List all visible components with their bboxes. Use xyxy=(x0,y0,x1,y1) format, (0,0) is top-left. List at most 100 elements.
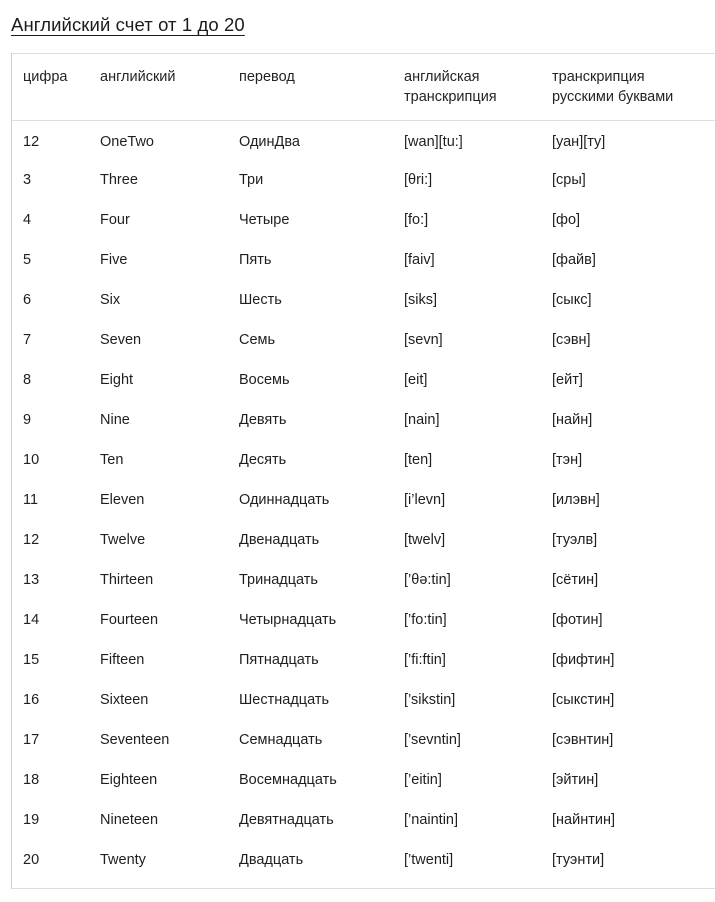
cell-english: Nine xyxy=(100,412,130,428)
cell-translation: Девять xyxy=(239,412,287,428)
cell-transcription_en: [’naintin] xyxy=(404,812,459,828)
cell-transcription_en: [siks] xyxy=(404,292,438,308)
table-row: 12 Twelve Двенадцать [twelv] [туэлв] xyxy=(12,521,715,561)
cell-english: OneTwo xyxy=(100,134,154,151)
cell-translation: Восемь xyxy=(239,372,290,388)
cell-transcription_ru: [сэвн] xyxy=(552,332,591,348)
cell-english: Twelve xyxy=(100,532,146,548)
cell-translation: Десять xyxy=(239,452,287,468)
table-row: 9 Nine Девять [nain] [найн] xyxy=(12,401,715,441)
cell-english: Eleven xyxy=(100,492,145,508)
cell-transcription_ru: [уан][ту] xyxy=(552,134,606,151)
table-container: цифра английский перевод английская транскр… xyxy=(11,53,715,889)
table-row: 11 Eleven Одиннадцать [i’levn] [илэвн] xyxy=(12,481,715,521)
table-body: 12 OneTwo ОдинДва [wan][tu:] [уан][ту] 3 Three… xyxy=(12,121,715,881)
cell-digit: 16 xyxy=(23,692,40,708)
cell-translation: Пятнадцать xyxy=(239,652,319,668)
cell-digit: 18 xyxy=(23,772,40,788)
table-header: цифра английский перевод английская транскр… xyxy=(12,54,715,121)
cell-english: Five xyxy=(100,252,128,268)
cell-english: Six xyxy=(100,292,121,308)
cell-transcription_en: [’eitin] xyxy=(404,772,442,788)
cell-transcription_ru: [ейт] xyxy=(552,372,583,388)
table-row: 14 Fourteen Четырнадцать [’fo:tin] [фотин] xyxy=(12,601,715,641)
english-numbers-table: цифра английский перевод английская транскр… xyxy=(12,54,715,881)
cell-transcription_en: [θri:] xyxy=(404,172,433,188)
cell-digit: 9 xyxy=(23,412,32,428)
cell-translation: Одиннадцать xyxy=(239,492,330,508)
cell-transcription_ru: [файв] xyxy=(552,252,596,268)
cell-translation: Шесть xyxy=(239,292,282,308)
cell-translation: Двенадцать xyxy=(239,532,320,548)
cell-english: Four xyxy=(100,212,130,228)
cell-english: Fourteen xyxy=(100,612,159,628)
column-header-transcription_en: английская транскрипция xyxy=(404,54,552,121)
cell-digit: 13 xyxy=(23,572,40,588)
cell-transcription_en: [wan][tu:] xyxy=(404,134,463,151)
cell-translation: Пять xyxy=(239,252,272,268)
cell-transcription_ru: [эйтин] xyxy=(552,772,599,788)
cell-transcription_ru: [туэлв] xyxy=(552,532,598,548)
cell-translation: Семнадцать xyxy=(239,732,323,748)
column-header-translation: перевод xyxy=(239,54,404,121)
cell-transcription_en: [sevn] xyxy=(404,332,443,348)
cell-translation: Двадцать xyxy=(239,852,304,868)
cell-digit: 3 xyxy=(23,172,32,188)
table-row: 20 Twenty Двадцать [’twenti] [туэнти] xyxy=(12,841,715,881)
cell-transcription_en: [’fi:ftin] xyxy=(404,652,446,668)
cell-transcription_en: [eit] xyxy=(404,372,428,388)
page-root: Английский счет от 1 до 20 цифра английск… xyxy=(0,0,715,902)
cell-translation: Восемнадцать xyxy=(239,772,337,788)
cell-transcription_en: [fo:] xyxy=(404,212,429,228)
table-row: 19 Nineteen Девятнадцать [’naintin] [найнтин… xyxy=(12,801,715,841)
cell-transcription_ru: [тэн] xyxy=(552,452,583,468)
cell-digit: 11 xyxy=(23,492,39,508)
cell-transcription_en: [faiv] xyxy=(404,252,435,268)
table-row: 17 Seventeen Семнадцать [’sevntin] [сэвнтин] xyxy=(12,721,715,761)
cell-english: Seven xyxy=(100,332,142,348)
column-header-digit: цифра xyxy=(12,54,100,121)
cell-translation: Три xyxy=(239,172,264,188)
table-row: 12 OneTwo ОдинДва [wan][tu:] [уан][ту] xyxy=(12,121,715,161)
cell-digit: 10 xyxy=(23,452,40,468)
cell-english: Thirteen xyxy=(100,572,154,588)
cell-transcription_ru: [сыкстин] xyxy=(552,692,615,708)
cell-english: Three xyxy=(100,172,138,188)
cell-translation: ОдинДва xyxy=(239,134,300,151)
cell-transcription_en: [’fo:tin] xyxy=(404,612,447,628)
cell-transcription_ru: [фо] xyxy=(552,212,581,228)
cell-digit: 12 xyxy=(23,134,40,151)
cell-digit: 14 xyxy=(23,612,40,628)
cell-translation: Четырнадцать xyxy=(239,612,337,628)
cell-transcription_en: [’twenti] xyxy=(404,852,454,868)
cell-transcription_en: [’sevntin] xyxy=(404,732,461,748)
table-row: 4 Four Четыре [fo:] [фо] xyxy=(12,201,715,241)
cell-transcription_en: [’θə:tin] xyxy=(404,572,451,588)
cell-english: Sixteen xyxy=(100,692,149,708)
cell-translation: Девятнадцать xyxy=(239,812,334,828)
table-row: 8 Eight Восемь [eit] [ейт] xyxy=(12,361,715,401)
cell-transcription_en: [i’levn] xyxy=(404,492,446,508)
table-row: 18 Eighteen Восемнадцать [’eitin] [эйтин] xyxy=(12,761,715,801)
cell-translation: Семь xyxy=(239,332,276,348)
cell-transcription_ru: [сётин] xyxy=(552,572,599,588)
table-row: 13 Thirteen Тринадцать [’θə:tin] [сётин] xyxy=(12,561,715,601)
cell-transcription_ru: [найнтин] xyxy=(552,812,615,828)
table-row: 15 Fifteen Пятнадцать [’fi:ftin] [фифтин] xyxy=(12,641,715,681)
cell-transcription_ru: [найн] xyxy=(552,412,593,428)
column-header-transcription_ru: транскрипция русскими буквами xyxy=(552,54,715,121)
cell-english: Ten xyxy=(100,452,124,468)
cell-english: Seventeen xyxy=(100,732,170,748)
table-row: 7 Seven Семь [sevn] [сэвн] xyxy=(12,321,715,361)
table-row: 10 Ten Десять [ten] [тэн] xyxy=(12,441,715,481)
cell-english: Fifteen xyxy=(100,652,145,668)
cell-transcription_ru: [сыкс] xyxy=(552,292,592,308)
cell-digit: 20 xyxy=(23,852,40,868)
cell-transcription_ru: [сэвнтин] xyxy=(552,732,614,748)
table-row: 6 Six Шесть [siks] [сыкс] xyxy=(12,281,715,321)
cell-english: Eighteen xyxy=(100,772,158,788)
cell-digit: 8 xyxy=(23,372,32,388)
cell-transcription_en: [twelv] xyxy=(404,532,446,548)
cell-transcription_ru: [илэвн] xyxy=(552,492,600,508)
cell-transcription_ru: [фифтин] xyxy=(552,652,615,668)
